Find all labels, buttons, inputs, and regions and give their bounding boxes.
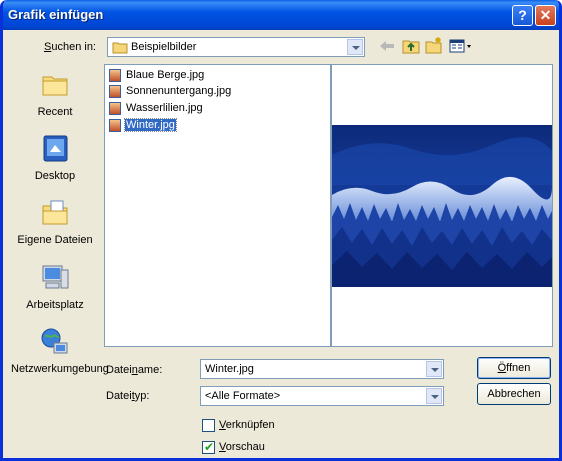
network-places-icon bbox=[41, 328, 68, 354]
place-network[interactable]: Netzwerkumgebung bbox=[11, 326, 109, 376]
title-bar[interactable]: Grafik einfügen ? ✕ bbox=[3, 0, 559, 30]
preview-image bbox=[332, 125, 552, 287]
checkmark-icon: ✔ bbox=[204, 440, 215, 454]
jpg-file-icon bbox=[109, 119, 121, 132]
my-documents-icon bbox=[42, 200, 68, 225]
views-menu-icon[interactable] bbox=[449, 39, 473, 53]
winter-forest-image bbox=[332, 125, 552, 287]
filename-value: Winter.jpg bbox=[205, 363, 254, 375]
jpg-file-icon bbox=[109, 102, 121, 115]
filetype-value: <Alle Formate> bbox=[205, 390, 281, 402]
preview-pane bbox=[331, 64, 553, 347]
desktop-icon bbox=[43, 135, 68, 162]
jpg-file-icon bbox=[109, 85, 121, 98]
link-label: Verknüpfen bbox=[219, 419, 275, 431]
link-checkbox[interactable] bbox=[202, 419, 215, 432]
new-folder-icon[interactable] bbox=[425, 37, 443, 54]
window-title: Grafik einfügen bbox=[8, 7, 104, 22]
preview-label: Vorschau bbox=[219, 441, 265, 453]
file-list[interactable]: Blaue Berge.jpg Sonnenuntergang.jpg Wass… bbox=[104, 64, 331, 347]
filename-label: Dateiname: bbox=[106, 364, 163, 376]
place-my-computer[interactable]: Arbeitsplatz bbox=[11, 262, 99, 312]
recent-folder-icon bbox=[42, 76, 68, 96]
filename-dropdown-arrow[interactable] bbox=[426, 361, 442, 377]
up-folder-icon[interactable] bbox=[402, 38, 420, 54]
place-my-documents[interactable]: Eigene Dateien bbox=[11, 197, 99, 247]
lookin-combo[interactable]: Beispielbilder bbox=[107, 37, 365, 57]
lookin-label: Suchen in: bbox=[44, 41, 96, 53]
filetype-combo[interactable]: <Alle Formate> bbox=[200, 386, 444, 406]
filetype-label: Dateityp: bbox=[106, 390, 150, 402]
filetype-dropdown-arrow[interactable] bbox=[426, 388, 442, 404]
help-button[interactable]: ? bbox=[512, 5, 533, 26]
filename-combo[interactable]: Winter.jpg bbox=[200, 359, 444, 379]
places-bar: Recent Desktop Eigene Dateien Arbeitspla… bbox=[11, 63, 109, 448]
jpg-file-icon bbox=[109, 69, 121, 82]
folder-icon bbox=[112, 42, 128, 54]
back-arrow-icon[interactable] bbox=[379, 39, 395, 53]
lookin-dropdown-arrow[interactable] bbox=[347, 39, 363, 55]
place-desktop[interactable]: Desktop bbox=[11, 133, 99, 183]
close-button[interactable]: ✕ bbox=[535, 5, 556, 26]
cancel-button[interactable]: Abbrechen bbox=[477, 383, 551, 405]
open-button[interactable]: Öffnen bbox=[477, 357, 551, 379]
insert-picture-dialog: Grafik einfügen ? ✕ Suchen in: Beispielb… bbox=[0, 0, 562, 461]
my-computer-icon bbox=[42, 265, 69, 289]
place-recent[interactable]: Recent bbox=[11, 69, 99, 119]
lookin-value: Beispielbilder bbox=[131, 41, 197, 53]
preview-checkbox[interactable]: ✔ bbox=[202, 440, 215, 454]
